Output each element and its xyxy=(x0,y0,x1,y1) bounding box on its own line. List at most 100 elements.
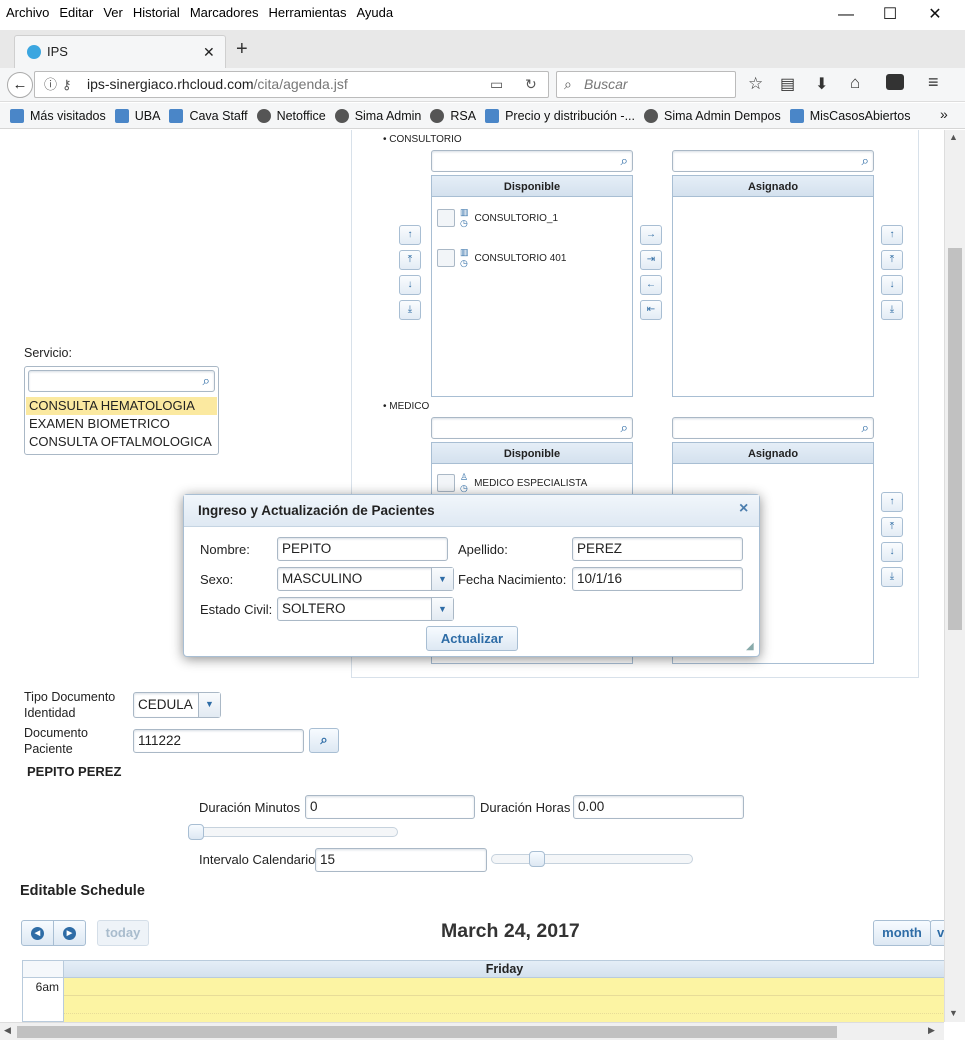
list-item[interactable]: ♙ ◷ MEDICO ESPECIALISTA xyxy=(437,472,587,494)
slider-handle[interactable] xyxy=(188,824,204,840)
remove-icon[interactable]: ← xyxy=(640,275,662,295)
info-icon[interactable]: ⓘ xyxy=(44,72,57,97)
home-icon[interactable]: ⌂ xyxy=(850,73,860,93)
close-icon[interactable]: × xyxy=(739,500,748,518)
url-bar[interactable]: ⓘ ⚷ ips-sinergiaco.rhcloud.com/cita/agen… xyxy=(34,71,549,98)
bookmark-cava-staff[interactable]: Cava Staff xyxy=(169,108,248,123)
scroll-right-icon[interactable]: ▶ xyxy=(928,1025,935,1036)
chevron-down-icon[interactable]: ▼ xyxy=(431,598,453,620)
scrollbar-thumb[interactable] xyxy=(948,248,962,630)
menu-archivo[interactable]: Archivo xyxy=(6,5,49,20)
move-top-icon[interactable]: ⤒ xyxy=(881,250,903,270)
consultorio-source-filter[interactable]: ⌕ xyxy=(431,150,633,172)
chevron-down-icon[interactable]: ▼ xyxy=(198,693,220,717)
pocket-icon[interactable] xyxy=(886,74,904,90)
item-checkbox[interactable] xyxy=(437,474,455,492)
scroll-down-icon[interactable]: ▼ xyxy=(949,1008,958,1018)
apellido-input[interactable]: PEREZ xyxy=(572,537,743,561)
move-bottom-icon[interactable]: ⤓ xyxy=(881,300,903,320)
slider-handle[interactable] xyxy=(529,851,545,867)
horizontal-scrollbar[interactable]: ◀ ▶ xyxy=(0,1022,944,1040)
vertical-scrollbar[interactable]: ▲ ▼ xyxy=(944,130,965,1022)
back-button[interactable]: ← xyxy=(7,72,33,98)
menu-icon[interactable]: ≡ xyxy=(928,72,939,93)
menu-herramientas[interactable]: Herramientas xyxy=(268,5,346,20)
bookmark-star-icon[interactable]: ☆ xyxy=(748,74,763,94)
add-icon[interactable]: → xyxy=(640,225,662,245)
duracion-horas-input[interactable]: 0.00 xyxy=(573,795,744,819)
menu-ver[interactable]: Ver xyxy=(103,5,123,20)
fecha-input[interactable]: 10/1/16 xyxy=(572,567,743,591)
item-checkbox[interactable] xyxy=(437,209,455,227)
remove-all-icon[interactable]: ⇤ xyxy=(640,300,662,320)
tipo-documento-select[interactable]: CEDULA ▼ xyxy=(133,692,221,718)
intervalo-input[interactable]: 15 xyxy=(315,848,487,872)
move-up-icon[interactable]: ↑ xyxy=(881,492,903,512)
bookmarks-overflow-icon[interactable]: » xyxy=(940,106,948,122)
bookmark-sima-admin[interactable]: Sima Admin xyxy=(334,108,421,123)
close-window-button[interactable]: ✕ xyxy=(913,0,957,30)
nombre-input[interactable]: PEPITO xyxy=(277,537,448,561)
bookmark-netoffice[interactable]: Netoffice xyxy=(256,108,326,123)
download-icon[interactable]: ⬇ xyxy=(815,74,828,94)
search-documento-button[interactable]: ⌕ xyxy=(309,728,339,753)
scroll-up-icon[interactable]: ▲ xyxy=(949,132,958,142)
close-tab-icon[interactable]: ✕ xyxy=(203,36,215,68)
reader-view-icon[interactable]: ▭ xyxy=(490,72,503,97)
chevron-down-icon[interactable]: ▼ xyxy=(431,568,453,590)
servicio-option[interactable]: CONSULTA OFTALMOLOGICA xyxy=(26,433,217,451)
estado-civil-select[interactable]: SOLTERO ▼ xyxy=(277,597,454,621)
medico-target-filter[interactable]: ⌕ xyxy=(672,417,874,439)
move-top-icon[interactable]: ⤒ xyxy=(881,517,903,537)
minimize-button[interactable]: — xyxy=(824,0,868,30)
week-view-button[interactable]: v xyxy=(930,920,944,946)
calendar-today-column[interactable] xyxy=(63,978,944,1022)
maximize-button[interactable]: ☐ xyxy=(868,0,912,30)
list-item[interactable]: ▥ ◷ CONSULTORIO_1 xyxy=(437,207,558,229)
clipboard-icon[interactable]: ▤ xyxy=(780,74,795,94)
month-view-button[interactable]: month xyxy=(873,920,931,946)
search-box[interactable]: ⌕ Buscar xyxy=(556,71,736,98)
menu-ayuda[interactable]: Ayuda xyxy=(356,5,393,20)
move-down-icon[interactable]: ↓ xyxy=(881,275,903,295)
menu-editar[interactable]: Editar xyxy=(59,5,93,20)
medico-source-filter[interactable]: ⌕ xyxy=(431,417,633,439)
scrollbar-thumb[interactable] xyxy=(17,1026,837,1038)
next-button[interactable]: ▶ xyxy=(53,920,86,946)
bookmark-mis-casos[interactable]: MisCasosAbiertos xyxy=(789,108,910,123)
move-top-icon[interactable]: ⤒ xyxy=(399,250,421,270)
move-down-icon[interactable]: ↓ xyxy=(399,275,421,295)
tab-ips[interactable]: IPS ✕ xyxy=(14,35,226,68)
servicio-filter[interactable]: ⌕ xyxy=(28,370,215,392)
prev-button[interactable]: ◀ xyxy=(21,920,54,946)
servicio-option[interactable]: CONSULTA HEMATOLOGIA xyxy=(26,397,217,415)
consultorio-target-filter[interactable]: ⌕ xyxy=(672,150,874,172)
sexo-select[interactable]: MASCULINO ▼ xyxy=(277,567,454,591)
bookmark-uba[interactable]: UBA xyxy=(114,108,160,123)
duracion-slider[interactable] xyxy=(188,824,398,840)
new-tab-button[interactable]: + xyxy=(236,38,248,61)
menu-historial[interactable]: Historial xyxy=(133,5,180,20)
today-button[interactable]: today xyxy=(97,920,149,946)
move-up-icon[interactable]: ↑ xyxy=(399,225,421,245)
bookmark-mas-visitados[interactable]: Más visitados xyxy=(10,108,106,123)
list-item[interactable]: ▥ ◷ CONSULTORIO 401 xyxy=(437,247,566,269)
resize-handle-icon[interactable]: ◢ xyxy=(746,641,754,652)
move-down-icon[interactable]: ↓ xyxy=(881,542,903,562)
bookmark-precio[interactable]: Precio y distribución -... xyxy=(485,108,635,123)
menu-marcadores[interactable]: Marcadores xyxy=(190,5,259,20)
bookmark-sima-admin-dempos[interactable]: Sima Admin Dempos xyxy=(644,108,781,123)
scroll-left-icon[interactable]: ◀ xyxy=(4,1025,11,1036)
duracion-minutos-input[interactable]: 0 xyxy=(305,795,475,819)
move-bottom-icon[interactable]: ⤓ xyxy=(399,300,421,320)
documento-input[interactable]: 111222 xyxy=(133,729,304,753)
actualizar-button[interactable]: Actualizar xyxy=(426,626,518,651)
item-checkbox[interactable] xyxy=(437,249,455,267)
add-all-icon[interactable]: ⇥ xyxy=(640,250,662,270)
bookmark-rsa[interactable]: RSA xyxy=(430,108,476,123)
servicio-option[interactable]: EXAMEN BIOMETRICO xyxy=(26,415,217,433)
intervalo-slider[interactable] xyxy=(491,851,693,867)
move-bottom-icon[interactable]: ⤓ xyxy=(881,567,903,587)
move-up-icon[interactable]: ↑ xyxy=(881,225,903,245)
reload-icon[interactable]: ↻ xyxy=(525,72,537,97)
